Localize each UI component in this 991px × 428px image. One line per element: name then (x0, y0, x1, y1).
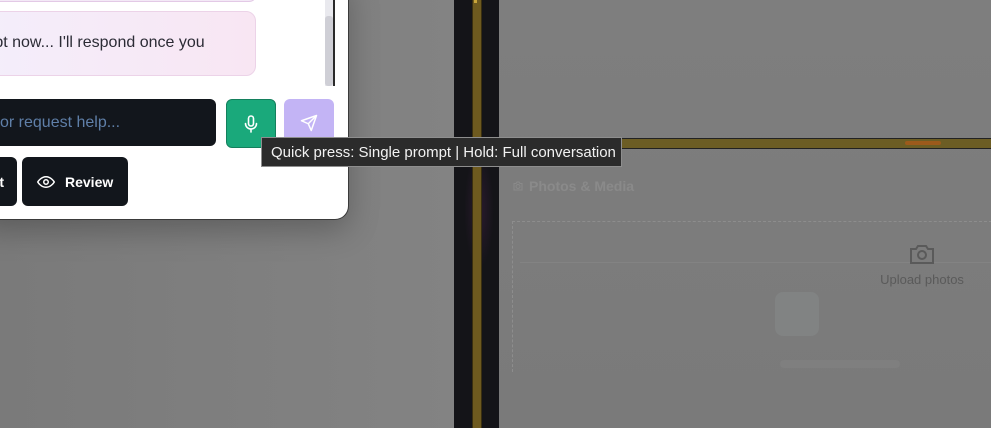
photos-title-label: Photos & Media (529, 178, 635, 194)
previous-message-bubble (0, 0, 257, 2)
microphone-icon (244, 114, 258, 133)
vertical-resize-stripe[interactable] (472, 0, 482, 428)
stripe-marker (474, 0, 477, 3)
chat-input-container[interactable] (0, 99, 216, 146)
voice-button-tooltip: Quick press: Single prompt | Hold: Full … (261, 137, 622, 167)
upload-photos-button[interactable]: Upload photos (860, 243, 984, 287)
partial-action-button[interactable]: t (0, 157, 17, 206)
review-button[interactable]: Review (22, 157, 128, 206)
camera-icon (513, 181, 523, 191)
faded-thumbnail (775, 292, 819, 336)
chat-scrollbar-thumb[interactable] (325, 16, 333, 86)
chat-input[interactable] (0, 99, 200, 146)
eye-icon (37, 175, 55, 188)
send-icon (300, 114, 318, 131)
resize-handle[interactable] (905, 141, 941, 145)
upload-photos-label: Upload photos (880, 272, 964, 287)
faded-caption (780, 360, 900, 368)
message-text: mpt now... I'll respond once you (0, 34, 205, 51)
review-button-label: Review (65, 173, 114, 190)
photos-section-title: Photos & Media (512, 178, 634, 194)
partial-button-label: t (0, 173, 4, 190)
camera-icon (910, 245, 934, 264)
assistant-message-bubble: mpt now... I'll respond once you (0, 11, 256, 76)
scrollbar-edge (333, 0, 335, 86)
tooltip-text: Quick press: Single prompt | Hold: Full … (271, 143, 616, 161)
